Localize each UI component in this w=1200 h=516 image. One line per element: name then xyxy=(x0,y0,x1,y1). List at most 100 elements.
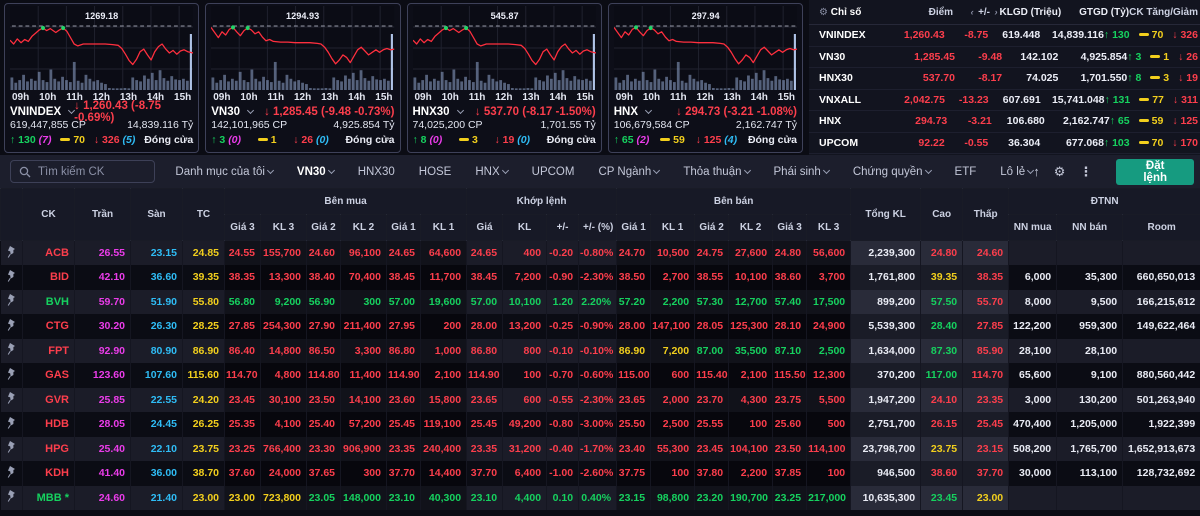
bid-price-2[interactable]: 114.80 xyxy=(306,363,341,388)
floor-price[interactable]: 36.60 xyxy=(130,265,183,290)
bid-vol-1[interactable]: 64,600 xyxy=(420,240,468,265)
floor-price[interactable]: 51.90 xyxy=(130,289,183,314)
index-row-upcom[interactable]: UPCOM 92.22 -0.55 36.304 677.068 ↑ 103 70 ↓ 170 xyxy=(809,133,1200,154)
match-price[interactable]: 86.80 xyxy=(466,338,504,363)
ask-price-3[interactable]: 24.80 xyxy=(772,240,808,265)
menu-item-hose[interactable]: HOSE xyxy=(419,166,452,178)
ask-price-1[interactable]: 37.75 xyxy=(616,461,652,486)
ask-vol-3[interactable]: 12,300 xyxy=(806,363,852,388)
match-change[interactable]: -0.20 xyxy=(546,240,580,265)
pin-cell[interactable] xyxy=(0,314,23,339)
ask-vol-2[interactable]: 10,100 xyxy=(728,265,774,290)
pager-right-icon[interactable]: › xyxy=(992,7,998,17)
place-order-button[interactable]: Đặt lệnh xyxy=(1116,158,1194,185)
symbol-cell[interactable]: CTG xyxy=(22,314,75,339)
bid-vol-3[interactable]: 9,200 xyxy=(260,289,307,314)
bid-price-1[interactable]: 23.60 xyxy=(386,387,421,412)
match-change[interactable]: 0.10 xyxy=(546,485,580,510)
pin-cell[interactable] xyxy=(0,363,23,388)
bid-vol-1[interactable]: 240,400 xyxy=(420,436,468,461)
pin-cell[interactable] xyxy=(0,265,23,290)
ask-price-3[interactable]: 23.75 xyxy=(772,387,808,412)
reference-price[interactable]: 24.20 xyxy=(182,387,225,412)
pager-left-icon[interactable]: ‹ xyxy=(971,7,977,17)
menu-item-cp-ngành[interactable]: CP Ngành xyxy=(598,166,661,178)
ask-price-2[interactable]: 37.80 xyxy=(694,461,730,486)
match-vol[interactable]: 6,400 xyxy=(502,461,548,486)
bid-price-1[interactable]: 114.90 xyxy=(386,363,421,388)
ask-vol-2[interactable]: 190,700 xyxy=(728,485,774,510)
bid-price-3[interactable]: 56.80 xyxy=(224,289,261,314)
bid-price-3[interactable]: 38.35 xyxy=(224,265,261,290)
bid-price-2[interactable]: 25.40 xyxy=(306,412,341,437)
ask-price-2[interactable]: 87.00 xyxy=(694,338,730,363)
bid-vol-3[interactable]: 14,800 xyxy=(260,338,307,363)
ceiling-price[interactable]: 123.60 xyxy=(74,363,131,388)
bid-vol-2[interactable]: 148,000 xyxy=(340,485,387,510)
ask-price-2[interactable]: 38.55 xyxy=(694,265,730,290)
ask-vol-3[interactable]: 217,000 xyxy=(806,485,852,510)
ask-price-3[interactable]: 87.10 xyxy=(772,338,808,363)
bid-vol-3[interactable]: 254,300 xyxy=(260,314,307,339)
menu-item-danh-mục-của-tôi[interactable]: Danh mục của tôi xyxy=(175,166,274,178)
bid-vol-2[interactable]: 300 xyxy=(340,461,387,486)
ceiling-price[interactable]: 92.90 xyxy=(74,338,131,363)
bid-vol-1[interactable]: 40,300 xyxy=(420,485,468,510)
bid-price-1[interactable]: 38.45 xyxy=(386,265,421,290)
match-change-pct[interactable]: -3.00% xyxy=(578,412,618,437)
symbol-cell[interactable]: GVR xyxy=(22,387,75,412)
ask-vol-2[interactable]: 100 xyxy=(728,412,774,437)
ask-price-3[interactable]: 23.50 xyxy=(772,436,808,461)
floor-price[interactable]: 23.15 xyxy=(130,240,183,265)
ask-price-2[interactable]: 115.40 xyxy=(694,363,730,388)
match-change[interactable]: -0.90 xyxy=(546,265,580,290)
match-vol[interactable]: 31,200 xyxy=(502,436,548,461)
match-vol[interactable]: 13,200 xyxy=(502,314,548,339)
ask-price-2[interactable]: 23.70 xyxy=(694,387,730,412)
ask-vol-1[interactable]: 2,000 xyxy=(650,387,696,412)
bid-price-3[interactable]: 24.55 xyxy=(224,240,261,265)
menu-item-hnx30[interactable]: HNX30 xyxy=(358,166,395,178)
pin-cell[interactable] xyxy=(0,240,23,265)
bid-price-2[interactable]: 37.65 xyxy=(306,461,341,486)
match-change-pct[interactable]: -0.80% xyxy=(578,240,618,265)
menu-item-chứng-quyền[interactable]: Chứng quyền xyxy=(853,166,932,178)
bid-vol-3[interactable]: 723,800 xyxy=(260,485,307,510)
match-price[interactable]: 37.70 xyxy=(466,461,504,486)
floor-price[interactable]: 80.90 xyxy=(130,338,183,363)
ask-price-2[interactable]: 23.20 xyxy=(694,485,730,510)
ask-vol-2[interactable]: 4,300 xyxy=(728,387,774,412)
bid-vol-1[interactable]: 200 xyxy=(420,314,468,339)
bid-vol-2[interactable]: 96,100 xyxy=(340,240,387,265)
match-vol[interactable]: 10,100 xyxy=(502,289,548,314)
ceiling-price[interactable]: 42.10 xyxy=(74,265,131,290)
ask-price-3[interactable]: 57.40 xyxy=(772,289,808,314)
symbol-cell[interactable]: BID xyxy=(22,265,75,290)
match-change[interactable]: -0.80 xyxy=(546,412,580,437)
pin-cell[interactable] xyxy=(0,387,23,412)
ask-vol-1[interactable]: 10,500 xyxy=(650,240,696,265)
match-price[interactable]: 23.35 xyxy=(466,436,504,461)
bid-vol-2[interactable]: 3,300 xyxy=(340,338,387,363)
ask-vol-1[interactable]: 98,800 xyxy=(650,485,696,510)
bid-price-2[interactable]: 23.50 xyxy=(306,387,341,412)
match-change[interactable]: -0.25 xyxy=(546,314,580,339)
floor-price[interactable]: 21.40 xyxy=(130,485,183,510)
menu-item-phái-sinh[interactable]: Phái sinh xyxy=(774,166,830,178)
bid-price-3[interactable]: 25.35 xyxy=(224,412,261,437)
ask-vol-1[interactable]: 600 xyxy=(650,363,696,388)
symbol-cell[interactable]: GAS xyxy=(22,363,75,388)
ask-price-1[interactable]: 25.50 xyxy=(616,412,652,437)
reference-price[interactable]: 55.80 xyxy=(182,289,225,314)
kebab-menu-icon[interactable]: ⋮ xyxy=(1079,164,1092,180)
bid-price-2[interactable]: 56.90 xyxy=(306,289,341,314)
bid-vol-3[interactable]: 4,100 xyxy=(260,412,307,437)
symbol-cell[interactable]: FPT xyxy=(22,338,75,363)
ask-vol-2[interactable]: 104,100 xyxy=(728,436,774,461)
ask-vol-1[interactable]: 55,300 xyxy=(650,436,696,461)
ask-price-1[interactable]: 23.15 xyxy=(616,485,652,510)
bid-vol-2[interactable]: 211,400 xyxy=(340,314,387,339)
bid-price-1[interactable]: 24.65 xyxy=(386,240,421,265)
bid-price-1[interactable]: 25.45 xyxy=(386,412,421,437)
pin-cell[interactable] xyxy=(0,412,23,437)
